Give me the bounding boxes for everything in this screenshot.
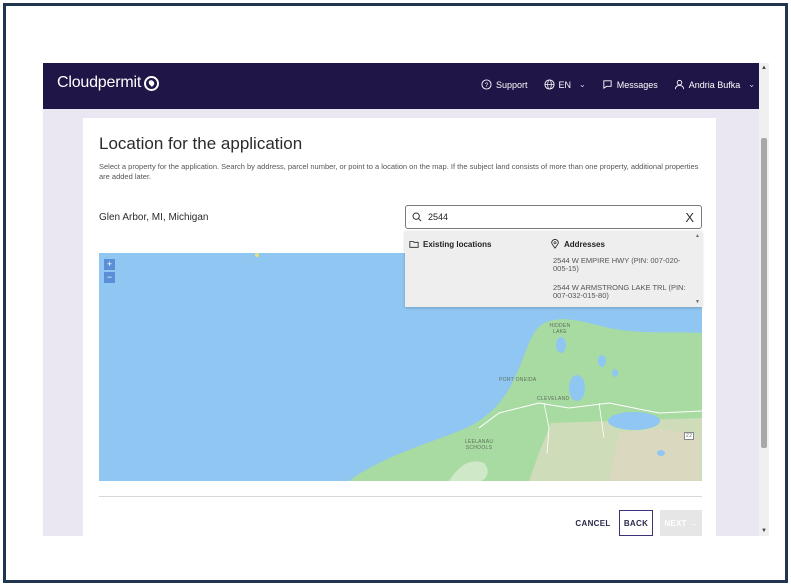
map-label-hidden-lake: HIDDEN LAKE	[549, 323, 571, 335]
zoom-in-button[interactable]: +	[104, 259, 115, 270]
back-button[interactable]: BACK	[619, 510, 653, 536]
page-title: Location for the application	[99, 134, 303, 153]
messages-link[interactable]: Messages	[602, 79, 658, 90]
chevron-down-icon: ⌄	[748, 80, 755, 89]
page-description: Select a property for the application. S…	[99, 162, 699, 181]
scroll-thumb[interactable]	[761, 138, 767, 448]
selected-place: Glen Arbor, MI, Michigan	[99, 212, 209, 223]
svg-text:?: ?	[485, 82, 489, 89]
scroll-up-arrow-icon[interactable]: ▲	[761, 65, 767, 71]
location-pin-icon	[144, 75, 160, 91]
zoom-out-button[interactable]: −	[104, 272, 115, 283]
address-result[interactable]: 2544 W ARMSTRONG LAKE TRL (PIN: 007-032-…	[553, 284, 688, 300]
brand-name: Cloudpermit	[57, 74, 142, 91]
location-card: Location for the application Select a pr…	[83, 118, 716, 536]
addresses-label: Addresses	[564, 239, 605, 249]
user-icon	[674, 79, 684, 90]
top-navigation-bar: Cloudpermit ? Support EN ⌄ Messages Andr…	[43, 63, 759, 109]
user-name: Andria Bufka	[688, 79, 741, 90]
dropdown-scroll-down-icon[interactable]: ▼	[695, 299, 700, 305]
globe-icon	[543, 79, 555, 90]
header-nav: ? Support EN ⌄ Messages Andria Bufka ⌄	[481, 79, 759, 90]
clear-search-button[interactable]: X	[685, 210, 694, 225]
dropdown-scroll-up-icon[interactable]: ▲	[695, 233, 700, 239]
outer-frame: Cloudpermit ? Support EN ⌄ Messages Andr…	[3, 3, 788, 583]
search-icon	[412, 212, 422, 222]
location-search[interactable]: X	[405, 205, 702, 229]
map-label-port-oneida: PORT ONEIDA	[499, 377, 537, 383]
search-input[interactable]	[428, 212, 668, 222]
map-label-cleveland: CLEVELAND	[537, 396, 570, 402]
search-results-dropdown: Existing locations Addresses 2544 W EMPI…	[405, 231, 702, 307]
chevron-down-icon: ⌄	[579, 80, 586, 89]
next-button[interactable]: NEXT →	[660, 510, 702, 536]
map-pin-icon	[551, 239, 559, 249]
map-label-route-22: 22	[684, 432, 695, 440]
page-scrollbar[interactable]: ▲ ▼	[759, 63, 769, 536]
cancel-button[interactable]: CANCEL	[573, 510, 613, 536]
brand-logo[interactable]: Cloudpermit	[57, 74, 160, 92]
app-window: Cloudpermit ? Support EN ⌄ Messages Andr…	[43, 63, 769, 536]
language-selector[interactable]: EN ⌄	[543, 79, 586, 90]
user-menu[interactable]: Andria Bufka ⌄	[674, 79, 759, 90]
messages-label: Messages	[616, 79, 658, 90]
addresses-header: Addresses	[550, 239, 605, 249]
support-label: Support	[495, 79, 528, 90]
chat-bubble-icon	[603, 80, 612, 90]
address-result[interactable]: 2544 W EMPIRE HWY (PIN: 007-020-005-15)	[553, 257, 688, 273]
map-label-leelanau-schools: LEELANAU SCHOOLS	[464, 439, 494, 451]
support-link[interactable]: ? Support	[481, 79, 528, 90]
language-label: EN	[558, 79, 572, 90]
scroll-down-arrow-icon[interactable]: ▼	[761, 528, 767, 534]
existing-locations-label: Existing locations	[423, 239, 492, 249]
footer-divider	[99, 496, 702, 497]
folder-icon	[409, 241, 419, 248]
existing-locations-header: Existing locations	[409, 239, 491, 249]
help-circle-icon: ?	[481, 79, 492, 90]
